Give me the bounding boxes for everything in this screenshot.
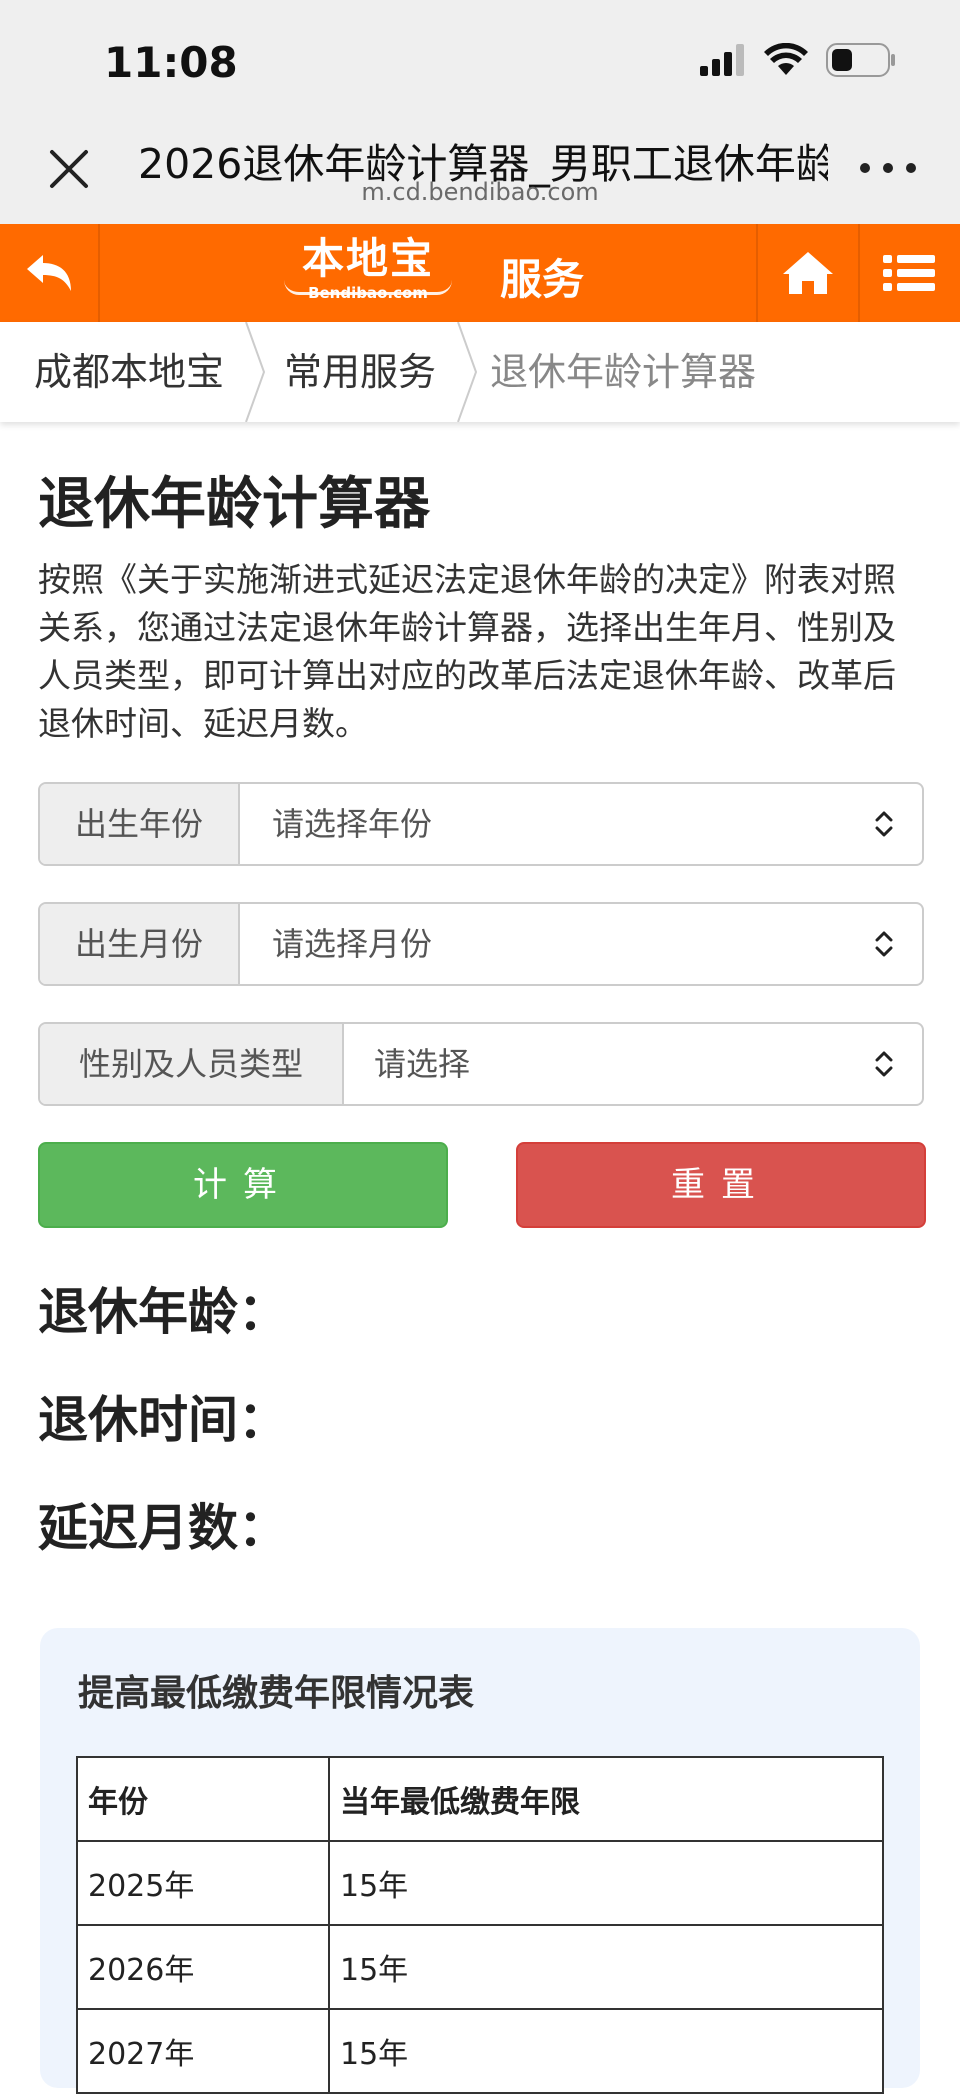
table-title: 提高最低缴费年限情况表 <box>78 1673 475 1714</box>
browser-chrome: 11:08 2026退休年龄计算器_男职工退休年龄 m.cd.bendibao.… <box>0 0 960 224</box>
list-menu-icon <box>883 255 935 291</box>
delay-months-label: 延迟月数： <box>38 1499 288 1557</box>
breadcrumb-separator <box>457 322 478 422</box>
table-header-year: 年份 <box>76 1756 330 1842</box>
battery-icon <box>826 43 895 77</box>
birth-year-label: 出生年份 <box>40 784 240 864</box>
retire-time-label: 退休时间： <box>38 1391 288 1449</box>
table-cell-min-years: 15年 <box>328 1840 884 1926</box>
table-cell-min-years: 15年 <box>328 2008 884 2094</box>
birth-month-value: 请选择月份 <box>272 925 433 963</box>
contribution-years-card: 提高最低缴费年限情况表 年份 当年最低缴费年限 2025年 15年 2026年 … <box>40 1628 920 2094</box>
retire-age-label: 退休年龄： <box>38 1283 288 1341</box>
birth-year-select[interactable]: 出生年份 请选择年份 <box>38 782 924 866</box>
logo-swoosh <box>284 280 452 295</box>
calculate-button[interactable]: 计算 <box>38 1142 448 1228</box>
home-button[interactable] <box>756 224 860 322</box>
browser-url: m.cd.bendibao.com <box>361 178 599 206</box>
status-icons <box>700 40 896 80</box>
birth-year-value: 请选择年份 <box>272 805 433 843</box>
home-icon <box>783 252 833 294</box>
person-type-value: 请选择 <box>374 1045 471 1083</box>
back-arrow-icon <box>27 255 71 291</box>
table-header-row: 年份 当年最低缴费年限 <box>76 1756 884 1842</box>
birth-month-select[interactable]: 出生月份 请选择月份 <box>38 902 924 986</box>
breadcrumb-current: 退休年龄计算器 <box>490 350 757 394</box>
person-type-select[interactable]: 性别及人员类型 请选择 <box>38 1022 924 1106</box>
table-cell-year: 2026年 <box>76 1924 330 2010</box>
person-type-label: 性别及人员类型 <box>40 1024 344 1104</box>
more-options-button[interactable] <box>860 148 916 188</box>
table-cell-year: 2027年 <box>76 2008 330 2094</box>
main-content: 退休年龄计算器 按照《关于实施渐进式延迟法定退休年龄的决定》附表对照关系，您通过… <box>38 470 922 748</box>
birth-month-label: 出生月份 <box>40 904 240 984</box>
table-cell-min-years: 15年 <box>328 1924 884 2010</box>
logo-text: 本地宝 <box>301 234 434 283</box>
menu-button[interactable] <box>858 224 960 322</box>
breadcrumb-separator <box>245 322 266 422</box>
page-heading: 退休年龄计算器 <box>38 472 430 537</box>
contribution-years-table: 年份 当年最低缴费年限 2025年 15年 2026年 15年 2027年 15… <box>76 1756 884 2094</box>
select-updown-icon <box>875 931 893 957</box>
breadcrumb-home[interactable]: 成都本地宝 <box>34 322 224 422</box>
table-header-min-years: 当年最低缴费年限 <box>328 1756 884 1842</box>
site-logo[interactable]: 本地宝 Bendibao.com <box>278 234 458 314</box>
breadcrumb-services[interactable]: 常用服务 <box>284 322 436 422</box>
wifi-icon <box>764 43 808 75</box>
reset-button[interactable]: 重置 <box>516 1142 926 1228</box>
select-updown-icon <box>875 811 893 837</box>
intro-text: 按照《关于实施渐进式延迟法定退休年龄的决定》附表对照关系，您通过法定退休年龄计算… <box>38 560 896 743</box>
section-title: 服务 <box>500 255 585 304</box>
table-row: 2026年 15年 <box>76 1924 884 2010</box>
table-row: 2025年 15年 <box>76 1840 884 1926</box>
table-cell-year: 2025年 <box>76 1840 330 1926</box>
signal-icon <box>700 44 744 76</box>
breadcrumb: 成都本地宝 常用服务 退休年龄计算器 <box>0 322 960 422</box>
table-row: 2027年 15年 <box>76 2008 884 2094</box>
back-button[interactable] <box>0 224 100 322</box>
select-updown-icon <box>875 1051 893 1077</box>
status-time: 11:08 <box>104 38 238 87</box>
site-header: 本地宝 Bendibao.com 服务 <box>0 224 960 322</box>
